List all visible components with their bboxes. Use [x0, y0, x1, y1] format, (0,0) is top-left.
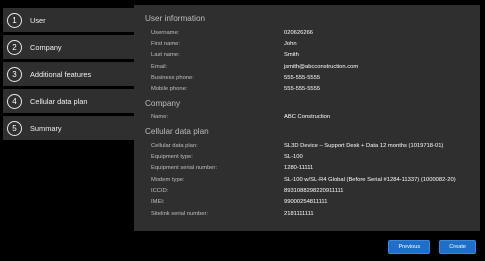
wizard-footer: Previous Create: [388, 240, 476, 254]
row-value: 555-555-5555: [284, 74, 321, 81]
section-title-cellular-data-plan: Cellular data plan: [145, 127, 209, 137]
row-value: 020626266: [284, 29, 314, 36]
row-value: 555-555-5555: [284, 86, 321, 93]
step-label: Summary: [30, 123, 62, 133]
section-title-user: User information: [145, 14, 206, 23]
row-label: Last name:: [151, 52, 180, 59]
row-value: 2181111111: [284, 210, 314, 217]
row-value: ABC Construction: [284, 114, 331, 121]
summary-row: First name: John: [145, 38, 480, 49]
row-value: John: [284, 40, 297, 47]
summary-row: ICCID: 8931088298220911111: [145, 185, 480, 196]
summary-row: Cellular data plan: SL3D Device – Support…: [145, 140, 480, 151]
step-cellular-data-plan[interactable]: 4 Cellular data plan: [3, 89, 134, 113]
step-additional-features[interactable]: 3 Additional features: [3, 62, 134, 86]
row-label: Sitelink serial number:: [151, 210, 209, 217]
summary-row: Username: 020626266: [145, 27, 480, 38]
row-label: ICCID:: [151, 187, 169, 194]
summary-row: Equipment type: SL-100: [145, 151, 480, 162]
row-label: Business phone:: [151, 74, 194, 81]
step-number: 3: [7, 66, 22, 82]
row-label: Modem type:: [151, 176, 185, 183]
row-label: Cellular data plan:: [151, 142, 198, 149]
step-number: 4: [7, 93, 22, 109]
row-label: First name:: [151, 40, 180, 47]
row-value: Smith: [284, 52, 299, 59]
step-number: 5: [7, 120, 22, 136]
summary-row: Name: ABC Construction: [145, 112, 480, 123]
step-label: User: [30, 15, 46, 25]
row-value: SL-100: [284, 154, 303, 161]
row-label: Email:: [151, 63, 168, 70]
step-number: 1: [7, 12, 22, 28]
row-value: 99000254811111: [284, 199, 328, 206]
summary-row: IMEI: 99000254811111: [145, 197, 480, 208]
row-value: 8931088298220911111: [284, 187, 344, 194]
summary-row: Modem type: SL-100 w/SL-R4 Global (Before…: [145, 174, 480, 185]
step-user[interactable]: 1 User: [3, 8, 134, 32]
row-label: Equipment serial number:: [151, 165, 218, 172]
row-label: Username:: [151, 29, 180, 36]
summary-panel: User information Username: 020626266 Firs…: [134, 5, 480, 231]
summary-row: Sitelink serial number: 2181111111: [145, 208, 480, 219]
section-title-company: Company: [145, 98, 181, 108]
row-value: 1280-11111: [284, 165, 314, 172]
previous-button[interactable]: Previous: [388, 240, 431, 254]
summary-row: Mobile phone: 555-555-5555: [145, 83, 480, 94]
create-button[interactable]: Create: [439, 240, 476, 254]
row-value: SL-100 w/SL-R4 Global (Before Serial #12…: [284, 176, 456, 183]
step-number: 2: [7, 39, 22, 55]
row-value: jsmith@abcconstruction.com: [284, 63, 359, 70]
summary-row: Last name: Smith: [145, 50, 480, 61]
row-label: Equipment type:: [151, 154, 193, 161]
step-company[interactable]: 2 Company: [3, 35, 134, 59]
step-label: Additional features: [30, 69, 92, 79]
summary-row: Email: jsmith@abcconstruction.com: [145, 61, 480, 72]
summary-row: Business phone: 555-555-5555: [145, 72, 480, 83]
step-summary[interactable]: 5 Summary: [3, 116, 134, 140]
row-label: IMEI:: [151, 199, 165, 206]
row-label: Mobile phone:: [151, 86, 188, 93]
wizard-steps: 1 User 2 Company 3 Additional features 4…: [3, 8, 134, 143]
row-value: SL3D Device – Support Desk + Data 12 mon…: [284, 142, 444, 149]
step-label: Cellular data plan: [30, 96, 88, 106]
row-label: Name:: [151, 114, 169, 121]
step-label: Company: [30, 42, 62, 52]
summary-row: Equipment serial number: 1280-11111: [145, 163, 480, 174]
